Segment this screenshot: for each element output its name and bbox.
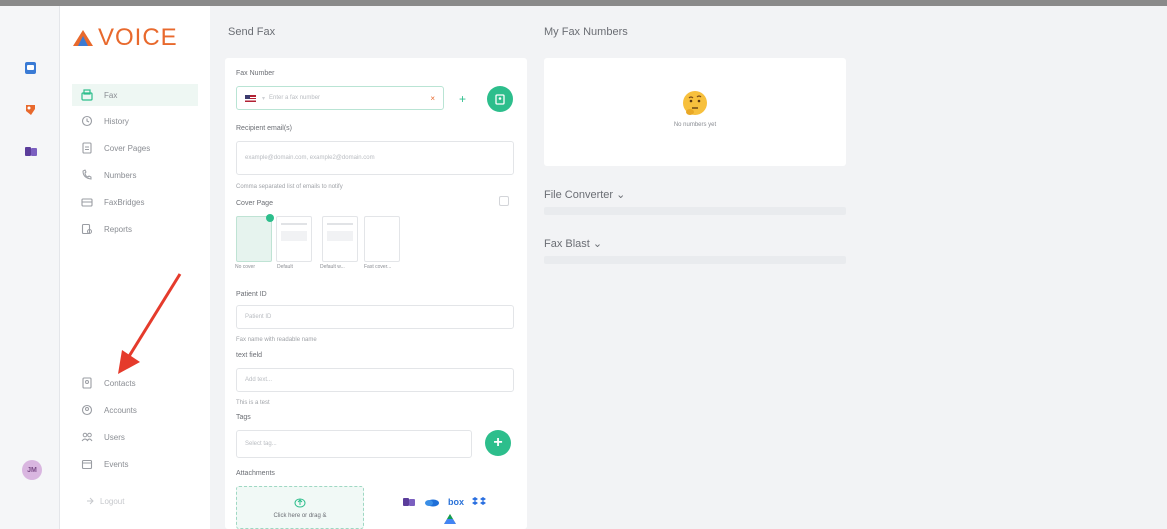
cover-page-label: Cover Page	[236, 200, 273, 207]
cover-caption: Default	[277, 264, 293, 270]
recipient-label: Recipient email(s)	[236, 125, 293, 132]
patient-id-hint: Fax name with readable name	[236, 337, 317, 343]
voice-app-icon[interactable]	[23, 60, 39, 76]
sidebar-item-label: FaxBridges	[104, 197, 145, 207]
upload-icon	[294, 498, 306, 508]
users-icon	[80, 430, 94, 444]
sidebar-item-reports[interactable]: Reports	[72, 218, 198, 240]
chat-app-icon[interactable]	[23, 144, 39, 160]
fax-number-placeholder: Enter a fax number	[269, 95, 321, 101]
cover-thumb-default-w[interactable]	[322, 216, 358, 262]
attachment-dropzone[interactable]: Click here or drag &	[236, 486, 364, 529]
my-fax-numbers-title: My Fax Numbers	[544, 26, 628, 38]
teams-icon[interactable]	[402, 496, 416, 508]
add-number-icon[interactable]: +	[459, 92, 466, 106]
history-icon	[80, 114, 94, 128]
fax-icon	[80, 88, 94, 102]
cover-pages-icon	[80, 141, 94, 155]
contacts-icon	[80, 376, 94, 390]
patient-id-input[interactable]: Patient ID	[236, 305, 514, 329]
upload-text: Click here or drag &	[273, 513, 327, 519]
logout-icon	[87, 497, 94, 505]
sidebar-item-label: Accounts	[104, 405, 137, 415]
tags-select[interactable]: Select tag...	[236, 430, 472, 458]
no-numbers-text: No numbers yet	[673, 122, 717, 128]
user-avatar[interactable]: JM	[22, 460, 42, 480]
thinking-face-icon	[683, 91, 707, 115]
add-tag-button[interactable]: +	[485, 430, 511, 456]
logout-label: Logout	[100, 496, 125, 506]
us-flag-icon[interactable]	[245, 94, 256, 102]
recipient-email-field[interactable]: example@domain.com, example2@domain.com	[236, 141, 514, 175]
text-field-input[interactable]: Add text...	[236, 368, 514, 392]
fax-number-input[interactable]: ▾ Enter a fax number ×	[236, 86, 444, 110]
brand-name: VOICE	[98, 24, 178, 51]
cover-thumb-fast-cover[interactable]	[364, 216, 400, 262]
sidebar-item-cover-pages[interactable]: Cover Pages	[72, 137, 198, 159]
patient-id-label: Patient ID	[236, 291, 267, 298]
annotation-arrow	[118, 273, 182, 374]
selected-check-icon	[266, 214, 274, 222]
box-icon[interactable]: box	[448, 497, 464, 507]
send-fax-title: Send Fax	[228, 26, 276, 38]
sidebar-item-label: Users	[104, 432, 125, 442]
sidebar-item-accounts[interactable]: Accounts	[72, 399, 198, 421]
tags-placeholder: Select tag...	[245, 441, 277, 447]
cloud-sources: box	[402, 496, 494, 508]
fax-app-icon[interactable]	[23, 102, 39, 118]
voice-logo-icon	[73, 30, 93, 46]
cover-thumb-no-cover[interactable]	[236, 214, 274, 262]
file-converter-divider	[544, 207, 846, 215]
sidebar-item-events[interactable]: Events	[72, 453, 198, 475]
contacts-book-icon	[495, 94, 505, 105]
sidebar-item-users[interactable]: Users	[72, 426, 198, 448]
fax-bridge-icon	[80, 195, 94, 209]
logout-button[interactable]: Logout	[82, 496, 124, 506]
tags-label: Tags	[236, 414, 251, 421]
sidebar-item-label: Events	[104, 459, 129, 469]
sidebar-item-label: Reports	[104, 224, 133, 234]
brand-logo: VOICE	[72, 24, 178, 52]
sidebar-item-faxbridges[interactable]: FaxBridges	[72, 191, 198, 213]
recipient-hint: Comma separated list of emails to notify	[236, 184, 343, 190]
reports-icon	[80, 222, 94, 236]
sidebar-item-label: Numbers	[104, 170, 137, 180]
phone-icon	[80, 168, 94, 182]
recipient-placeholder: example@domain.com, example2@domain.com	[245, 155, 375, 161]
app-rail: JM	[0, 6, 60, 529]
fax-number-label: Fax Number	[236, 70, 275, 77]
sidebar-item-label: History	[104, 116, 129, 126]
plus-icon: +	[493, 434, 503, 451]
sidebar: VOICE Fax History Cover Pages Numbers Fa…	[60, 6, 210, 529]
dropbox-icon[interactable]	[472, 496, 487, 508]
sidebar-item-fax[interactable]: Fax	[72, 84, 198, 106]
attachments-label: Attachments	[236, 470, 275, 477]
fax-blast-divider	[544, 256, 846, 264]
google-drive-icon[interactable]	[443, 513, 457, 525]
cover-caption: No cover	[235, 264, 256, 270]
text-field-placeholder: Add text...	[245, 377, 273, 383]
address-book-button[interactable]	[487, 86, 513, 112]
cover-caption: Default w...	[320, 264, 345, 270]
text-field-label: text field	[236, 352, 263, 359]
accounts-icon	[80, 403, 94, 417]
empty-right-area	[858, 6, 1167, 529]
sidebar-item-label: Cover Pages	[104, 143, 151, 153]
onedrive-icon[interactable]	[424, 497, 440, 507]
file-converter-toggle[interactable]: File Converter ⌄	[544, 188, 625, 201]
clear-icon[interactable]: ×	[430, 94, 435, 103]
cover-caption: Fast cover...	[364, 264, 392, 270]
cover-page-checkbox[interactable]	[499, 196, 509, 206]
sidebar-item-history[interactable]: History	[72, 110, 198, 132]
sidebar-item-numbers[interactable]: Numbers	[72, 164, 198, 186]
sidebar-item-label: Fax	[104, 90, 118, 100]
cover-thumb-default[interactable]	[276, 216, 312, 262]
fax-numbers-card: No numbers yet	[544, 58, 846, 166]
patient-id-placeholder: Patient ID	[245, 314, 272, 320]
events-icon	[80, 457, 94, 471]
text-field-hint: This is a test	[236, 400, 270, 406]
fax-blast-toggle[interactable]: Fax Blast ⌄	[544, 237, 602, 250]
